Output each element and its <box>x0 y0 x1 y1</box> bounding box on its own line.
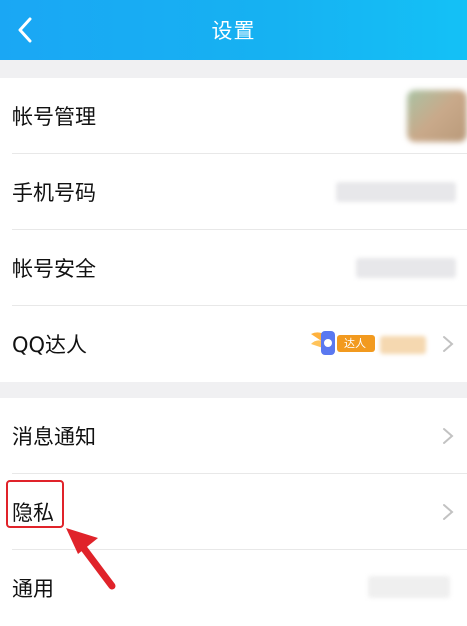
page-title: 设置 <box>211 19 256 43</box>
chevron-right-icon <box>443 504 454 520</box>
settings-item-label: 帐号安全 <box>12 257 96 281</box>
settings-item-message-notification[interactable]: 消息通知 <box>0 398 467 474</box>
back-button[interactable] <box>10 12 40 48</box>
settings-item-phone-number[interactable]: 手机号码 <box>0 154 467 230</box>
settings-item-label: 手机号码 <box>12 181 96 205</box>
blurred-value <box>368 576 450 598</box>
settings-item-qq-daren[interactable]: QQ达人 达人 <box>0 306 467 382</box>
header-bar: 设置 <box>0 0 467 60</box>
settings-item-label: QQ达人 <box>12 333 88 357</box>
settings-item-label: 消息通知 <box>12 425 96 449</box>
blurred-value <box>336 182 456 202</box>
arrow-pointer-icon <box>66 528 116 590</box>
avatar <box>407 90 467 142</box>
settings-item-label: 通用 <box>12 577 54 601</box>
settings-item-account-management[interactable]: 帐号管理 <box>0 78 467 154</box>
privacy-highlight-box <box>6 480 64 528</box>
settings-item-account-security[interactable]: 帐号安全 <box>0 230 467 306</box>
daren-badge-text: 达人 <box>344 337 366 350</box>
chevron-right-icon <box>443 428 454 444</box>
blurred-value <box>356 258 456 278</box>
blurred-value <box>380 336 426 354</box>
chevron-right-icon <box>443 336 454 352</box>
account-section: 帐号管理 手机号码 帐号安全 QQ达人 达人 <box>0 78 467 382</box>
back-icon <box>18 17 32 43</box>
settings-item-label: 帐号管理 <box>12 105 96 129</box>
